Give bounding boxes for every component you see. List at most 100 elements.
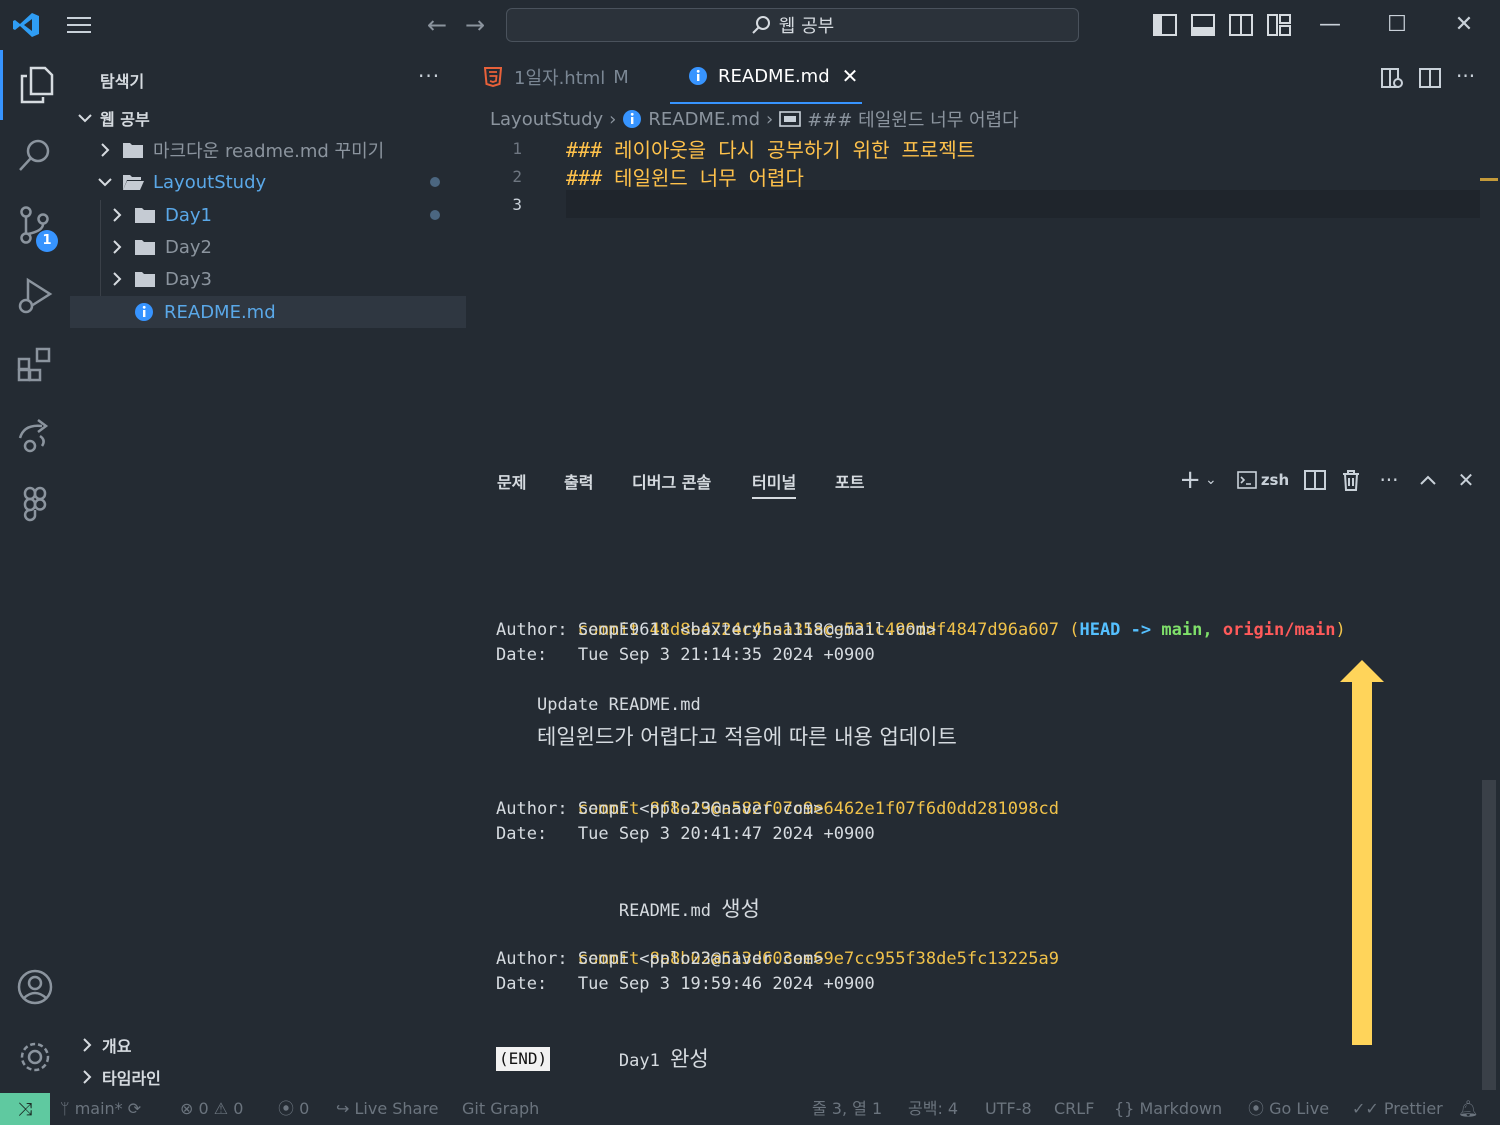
- tree-item-folder[interactable]: 마크다운 readme.md 꾸미기: [70, 134, 466, 166]
- terminal-icon: [1237, 471, 1257, 489]
- panel-tab-debug-console[interactable]: 디버그 콘솔: [632, 469, 711, 499]
- bell-icon[interactable]: 🔔︎: [1458, 1093, 1478, 1125]
- workspace-root-folder[interactable]: 웹 공부: [70, 102, 466, 134]
- breadcrumb-folder[interactable]: LayoutStudy: [490, 109, 603, 130]
- tab-html-file[interactable]: 1일자.html M: [484, 50, 664, 104]
- toggle-panel-icon[interactable]: [1190, 12, 1216, 38]
- problems-indicator[interactable]: ⊗ 0 ⚠ 0: [180, 1093, 243, 1125]
- go-live-button[interactable]: ⦿ Go Live: [1248, 1093, 1329, 1125]
- prettier-button[interactable]: ✓✓ Prettier: [1352, 1093, 1443, 1125]
- panel-more-icon[interactable]: ···: [1376, 467, 1402, 493]
- folder-open-icon: [123, 175, 144, 190]
- indentation[interactable]: 공백: 4: [908, 1093, 958, 1125]
- tab-label: README.md: [718, 65, 830, 87]
- tree-item-folder[interactable]: Day2: [70, 231, 466, 263]
- end-of-line[interactable]: CRLF: [1054, 1093, 1094, 1125]
- toggle-secondary-sidebar-icon[interactable]: [1228, 12, 1254, 38]
- new-terminal-button[interactable]: + ⌄: [1176, 465, 1220, 495]
- tree-item-folder[interactable]: LayoutStudy: [70, 166, 466, 198]
- tree-item-folder[interactable]: Day1: [70, 199, 466, 231]
- panel-tab-terminal[interactable]: 터미널: [752, 469, 797, 499]
- activity-figma[interactable]: [0, 470, 70, 540]
- activity-accounts[interactable]: [0, 952, 70, 1022]
- shell-name: zsh: [1260, 471, 1290, 489]
- back-arrow-icon[interactable]: ←: [424, 12, 450, 38]
- commit-date: Date: Tue Sep 3 21:14:35 2024 +0900: [496, 645, 875, 665]
- string-symbol-icon: [779, 111, 802, 127]
- tab-close-icon[interactable]: ✕: [842, 64, 859, 88]
- line-number: 1: [512, 138, 522, 158]
- activity-settings[interactable]: [0, 1022, 70, 1092]
- more-actions-icon[interactable]: ···: [1456, 64, 1475, 88]
- activity-run-debug[interactable]: [0, 260, 70, 330]
- commit-message: Update README.md: [537, 695, 701, 715]
- activity-search[interactable]: [0, 120, 70, 190]
- commit-line: commit 48d8e4724c45aa35ace531c490ddf4847…: [577, 620, 1346, 640]
- figma-icon: [23, 486, 47, 522]
- tab-readme[interactable]: README.md ✕: [670, 50, 862, 104]
- breadcrumb-symbol[interactable]: ### 테일윈드 너무 어렵다: [807, 106, 1018, 132]
- maximize-icon[interactable]: ☐: [1382, 10, 1412, 40]
- bottom-panel: 문제 출력 디버그 콘솔 터미널 포트 + ⌄ zsh ··· ✕ commit…: [470, 455, 1500, 1093]
- cursor-position[interactable]: 줄 3, 열 1: [812, 1093, 882, 1125]
- close-panel-icon[interactable]: ✕: [1453, 467, 1479, 493]
- tree-item-file[interactable]: README.md: [70, 296, 466, 328]
- breadcrumb-file[interactable]: README.md: [648, 109, 760, 130]
- language-mode[interactable]: {} Markdown: [1114, 1093, 1222, 1125]
- remote-icon: ⤨: [17, 1098, 33, 1120]
- encoding[interactable]: UTF-8: [985, 1093, 1032, 1125]
- terminal-output[interactable]: commit 48d8e4724c45aa35ace531c490ddf4847…: [496, 593, 1356, 1072]
- split-editor-icon[interactable]: [1418, 66, 1442, 90]
- braces-icon: {}: [1114, 1099, 1135, 1118]
- panel-tab-output[interactable]: 출력: [564, 469, 593, 499]
- activity-live-share[interactable]: [0, 400, 70, 470]
- open-preview-icon[interactable]: [1380, 66, 1404, 90]
- tree-item-label: LayoutStudy: [153, 171, 267, 193]
- tree-item-folder[interactable]: Day3: [70, 263, 466, 295]
- maximize-panel-icon[interactable]: [1415, 467, 1441, 493]
- panel-tab-ports[interactable]: 포트: [835, 469, 864, 499]
- explorer-icon: [20, 66, 53, 104]
- panel-tab-problems[interactable]: 문제: [497, 469, 526, 499]
- activity-explorer[interactable]: [0, 50, 70, 120]
- sidebar-more-button[interactable]: ···: [418, 64, 440, 88]
- vscode-window: ← → 웹 공부 — ☐ ✕ 1 탐색기 ··· 웹 공부 마크다운 readm…: [0, 0, 1500, 1125]
- branch-indicator[interactable]: ᛘ main* ⟳: [60, 1093, 141, 1125]
- ref-origin: origin/main: [1222, 620, 1336, 640]
- chevron-right-icon: [83, 1038, 92, 1052]
- tree-item-label: Day3: [165, 268, 212, 290]
- tree-item-label: Day1: [165, 204, 212, 226]
- remote-indicator[interactable]: ⤨: [0, 1093, 50, 1125]
- folder-icon: [135, 208, 155, 223]
- ref-arrow: ->: [1130, 620, 1152, 640]
- ref-branch: main,: [1161, 620, 1213, 640]
- terminal-scrollbar[interactable]: [1482, 780, 1496, 1090]
- tree-item-label: Day2: [165, 236, 212, 258]
- trash-icon[interactable]: [1338, 467, 1364, 493]
- code-editor[interactable]: 1 ### 레이아웃을 다시 공부하기 위한 프로젝트 2 ### 테일윈드 너…: [470, 134, 1500, 454]
- commit-message-kr: 완성: [670, 1047, 709, 1071]
- timeline-section[interactable]: 타임라인: [70, 1062, 466, 1092]
- commit-date: Date: Tue Sep 3 20:41:47 2024 +0900: [496, 824, 875, 844]
- minimize-icon[interactable]: —: [1315, 10, 1345, 40]
- menu-icon[interactable]: [66, 14, 92, 36]
- terminal-shell-selector[interactable]: zsh: [1236, 467, 1290, 493]
- customize-layout-icon[interactable]: [1266, 12, 1292, 38]
- warning-count: 0: [233, 1099, 244, 1118]
- sync-icon: ⟳: [127, 1099, 142, 1118]
- commit-date: Date: Tue Sep 3 19:59:46 2024 +0900: [496, 974, 875, 994]
- modified-dot-indicator: [430, 210, 440, 220]
- close-window-icon[interactable]: ✕: [1449, 10, 1479, 40]
- toggle-primary-sidebar-icon[interactable]: [1152, 12, 1178, 38]
- live-share-button[interactable]: ↪ Live Share: [336, 1093, 438, 1125]
- info-icon: [689, 67, 707, 85]
- activity-source-control[interactable]: 1: [0, 190, 70, 260]
- git-graph-button[interactable]: Git Graph: [462, 1093, 539, 1125]
- ports-indicator[interactable]: ⦿ 0: [278, 1093, 309, 1125]
- forward-arrow-icon[interactable]: →: [462, 12, 488, 38]
- account-icon: [17, 969, 53, 1005]
- outline-section[interactable]: 개요: [70, 1030, 466, 1060]
- activity-extensions[interactable]: [0, 330, 70, 400]
- split-terminal-icon[interactable]: [1302, 467, 1328, 493]
- command-center-search[interactable]: 웹 공부: [506, 8, 1079, 42]
